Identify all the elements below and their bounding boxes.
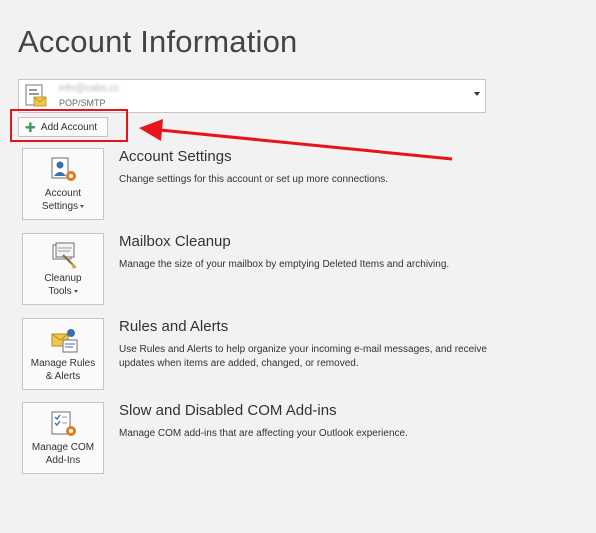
account-email: info@cabs.cc (59, 83, 120, 94)
plus-icon: ✚ (25, 119, 36, 135)
com-addins-tile-label: Manage COM Add-Ins (25, 441, 101, 467)
com-addins-section: Manage COM Add-Ins Slow and Disabled COM… (22, 402, 482, 474)
mail-account-icon (25, 84, 47, 107)
rules-alerts-icon (51, 329, 78, 353)
tile-label-line2: Settings (41, 201, 79, 212)
add-account-label: Add Account (40, 121, 98, 133)
tile-label-line2: Tools (48, 286, 72, 297)
section-title: Slow and Disabled COM Add-ins (119, 402, 337, 419)
mailbox-cleanup-section: Cleanup Tools Mailbox Cleanup Manage the… (22, 233, 482, 305)
account-settings-section: Account Settings Account Settings Change… (22, 148, 482, 220)
manage-rules-alerts-button[interactable]: Manage Rules & Alerts (22, 318, 104, 390)
account-settings-button[interactable]: Account Settings (22, 148, 104, 220)
rules-alerts-section: Manage Rules & Alerts Rules and Alerts U… (22, 318, 487, 390)
tile-label-line2: & Alerts (45, 371, 81, 382)
cleanup-tools-tile-label: Cleanup Tools (25, 272, 101, 298)
section-description: Manage COM add-ins that are affecting yo… (119, 428, 408, 439)
section-description: Use Rules and Alerts to help organize yo… (119, 344, 487, 369)
caret-down-icon (73, 289, 78, 293)
section-description: Change settings for this account or set … (119, 174, 389, 185)
tile-label-line1: Cleanup (44, 273, 82, 284)
cleanup-tools-icon (52, 242, 77, 269)
section-description: Manage the size of your mailbox by empty… (119, 259, 450, 270)
account-selector-dropdown[interactable]: info@cabs.cc POP/SMTP (18, 79, 486, 113)
tile-label-line1: Manage Rules (30, 358, 96, 369)
account-settings-icon (51, 157, 76, 181)
tile-label-line1: Manage COM (31, 442, 95, 453)
section-title: Account Settings (119, 148, 232, 165)
chevron-down-icon[interactable] (474, 92, 480, 96)
account-information-page: Account Information info@cabs.cc POP/SMT… (0, 0, 596, 533)
rules-alerts-tile-label: Manage Rules & Alerts (25, 357, 101, 383)
cleanup-tools-button[interactable]: Cleanup Tools (22, 233, 104, 305)
add-account-button[interactable]: ✚ Add Account (18, 117, 108, 137)
tile-label-line1: Account (44, 188, 82, 199)
com-addins-icon (51, 411, 76, 436)
caret-down-icon (80, 204, 85, 208)
section-title: Rules and Alerts (119, 318, 229, 335)
tile-label-line2: Add-Ins (45, 455, 81, 466)
account-type: POP/SMTP (59, 98, 106, 108)
account-settings-tile-label: Account Settings (25, 187, 101, 213)
section-title: Mailbox Cleanup (119, 233, 231, 250)
manage-com-addins-button[interactable]: Manage COM Add-Ins (22, 402, 104, 474)
page-title: Account Information (18, 24, 298, 59)
